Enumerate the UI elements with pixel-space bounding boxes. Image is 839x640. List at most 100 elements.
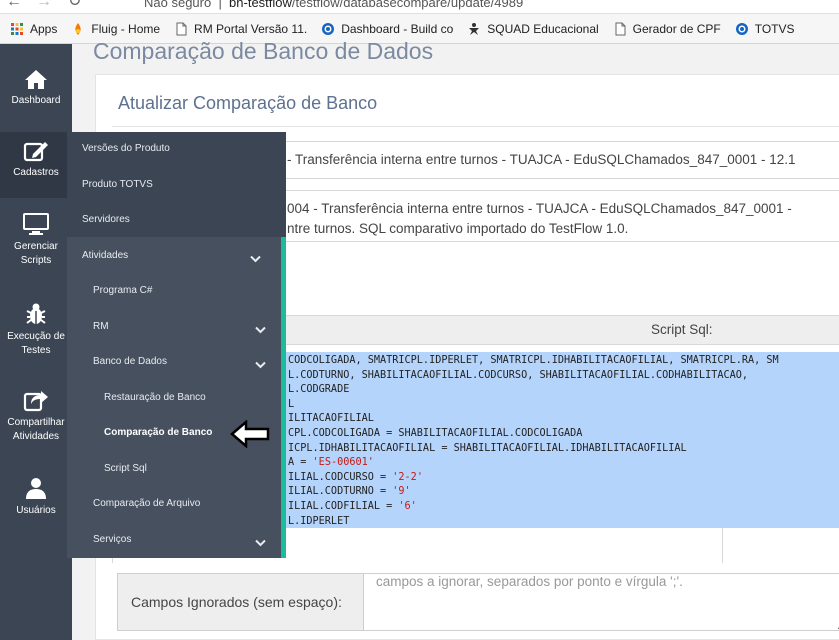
back-icon[interactable]: ← [6,0,22,10]
sql-string-literal: '2-2' [392,471,423,483]
flyout-item-label: Atividades [82,250,129,261]
bookmark-apps[interactable]: Apps [10,22,57,36]
globe-icon [735,22,749,36]
sidebar-item-execucao-testes[interactable]: Execução de Testes [0,302,72,358]
bookmark-label: Dashboard - Build co [341,21,454,36]
sql-code: ICPL.IDHABILITACAOFILIAL = SHABILITACAOF… [288,442,687,454]
page-icon [174,22,188,36]
page-title: Comparação de Banco de Dados [93,38,434,64]
flyout-item[interactable]: Servidores [82,214,280,225]
description-line-1: 004 - Transferência interna entre turnos… [287,201,792,216]
flyout-item-label: Serviços [93,534,132,545]
sql-code: L.CODGRADE [288,384,350,396]
ignored-fields-row: Campos Ignorados (sem espaço): [117,573,839,631]
sidebar-item-label: Cadastros [13,167,59,178]
sql-line: ICPL.IDHABILITACAOFILIAL = SHABILITACAOF… [288,443,687,454]
chevron-down-icon[interactable] [250,255,261,266]
home-icon [25,70,47,89]
bookmark-label: Gerador de CPF [632,21,721,36]
chevron-down-icon[interactable] [255,539,266,550]
sql-code: CPL.CODCOLIGADA = SHABILITACAOFILIAL.COD… [288,428,583,439]
chevron-down-icon[interactable] [255,361,266,372]
flyout-item-label: RM [93,321,109,332]
flyout-item[interactable]: Produto TOTVS [82,179,280,190]
ignored-fields-label: Campos Ignorados (sem espaço): [118,574,364,630]
sql-line: L [288,399,294,410]
bookmark-squad[interactable]: SQUAD Educacional [467,22,599,36]
cadastros-flyout-menu [67,132,286,558]
page-icon [613,22,627,36]
flyout-item-label: Versões do Produto [82,143,170,154]
apps-grid-icon [10,22,24,36]
sql-line: L.CODTURNO, SHABILITACAOFILIAL.CODCURSO,… [288,370,748,381]
chevron-down-icon[interactable] [255,326,266,337]
bookmark-gerador-cpf[interactable]: Gerador de CPF [613,22,721,36]
globe-icon [321,22,335,36]
flyout-item[interactable]: Restauração de Banco [104,392,280,403]
bookmark-rm-portal[interactable]: RM Portal Versão 11. [174,22,307,36]
sql-code: L.CODTURNO, SHABILITACAOFILIAL.CODCURSO,… [288,369,749,381]
flyout-accent-bar [281,237,286,558]
bookmark-label: Fluig - Home [91,21,161,36]
sql-string-literal: '9' [392,486,411,498]
sidebar-item-usuarios[interactable]: Usuários [0,476,72,518]
sidebar-item-label-line1: Execução de [7,331,65,342]
flyout-item-label: Comparação de Arquivo [93,498,201,509]
url-host: bh-testflow [229,0,292,10]
sidebar-item-label-line2: Testes [21,345,51,356]
flyout-item[interactable]: Programa C# [93,285,280,296]
sql-line: ILIAL.CODFILIAL = '6' [288,501,417,512]
sidebar-item-label-line2: Atividades [12,431,60,442]
flyout-item[interactable]: Script Sql [104,463,280,474]
edit-icon [23,142,48,162]
divider [112,126,839,127]
flyout-item-label: Restauração de Banco [104,392,206,403]
sidebar-item-compartilhar-atividades[interactable]: Compartilhar Atividades [0,388,72,444]
flyout-item-label: Comparação de Banco [104,427,213,438]
sql-string-literal: '6' [398,501,417,512]
flyout-item-label: Script Sql [104,463,147,474]
security-label: Não seguro [144,0,212,10]
editor-divider [722,528,723,563]
sql-code: ILIAL.CODFILIAL = [288,501,399,512]
sql-line: L.CODGRADE [288,384,349,395]
address-bar[interactable]: ← → ↻ Não seguro | bh-testflow/testflow/… [0,0,839,14]
sidebar-item-cadastros[interactable]: Cadastros [0,132,72,198]
monitor-icon [23,213,49,235]
sidebar-item-label: Usuários [16,505,56,516]
sql-code: CODCOLIGADA, SMATRICPL.IDPERLET, SMATRIC… [288,355,779,366]
fluig-icon [71,22,85,36]
bookmark-dashboard-build[interactable]: Dashboard - Build co [321,22,453,36]
sidebar-item-label-line1: Gerenciar [14,241,58,252]
sidebar-item-gerenciar-scripts[interactable]: Gerenciar Scripts [0,212,72,268]
bookmark-label: RM Portal Versão 11. [194,21,308,36]
activity-value: - Transferência interna entre turnos - T… [287,152,796,167]
sql-line: ILIAL.CODCURSO = '2-2' [288,472,423,483]
flyout-item[interactable]: Banco de Dados [93,356,280,367]
ignored-fields-input[interactable] [364,574,839,630]
bookmark-fluig[interactable]: Fluig - Home [71,22,160,36]
flyout-item[interactable]: Versões do Produto [82,143,280,154]
sql-code: L [288,398,295,410]
bug-icon [26,303,46,324]
sql-code: A = [288,457,313,469]
description-line-2: ntre turnos. SQL comparativo importado d… [287,221,629,236]
sql-line: CODCOLIGADA, SMATRICPL.IDPERLET, SMATRIC… [288,355,779,366]
forward-icon[interactable]: → [36,0,52,10]
arrow-left-icon [230,420,270,448]
sql-code: ILIAL.CODTURNO = [288,486,393,498]
bookmark-label: TOTVS [754,21,795,36]
sql-code: ILIAL.CODCURSO = [288,471,393,483]
flyout-item[interactable]: Serviços [93,534,280,545]
reload-icon[interactable]: ↻ [68,0,81,10]
flyout-item-label: Produto TOTVS [82,179,153,190]
sql-string-literal: 'ES-00601' [312,457,374,469]
panel-title: Atualizar Comparação de Banco [118,93,378,113]
sidebar-item-dashboard[interactable]: Dashboard [0,68,72,108]
sidebar-item-label-line1: Compartilhar [7,417,65,428]
sidebar-item-label-line2: Scripts [20,255,52,266]
flyout-item[interactable]: RM [93,321,280,332]
bookmark-totvs[interactable]: TOTVS [735,22,795,36]
flyout-item[interactable]: Comparação de Arquivo [93,498,280,509]
url-path: /testflow/databasecompare/update/4989 [291,0,524,10]
